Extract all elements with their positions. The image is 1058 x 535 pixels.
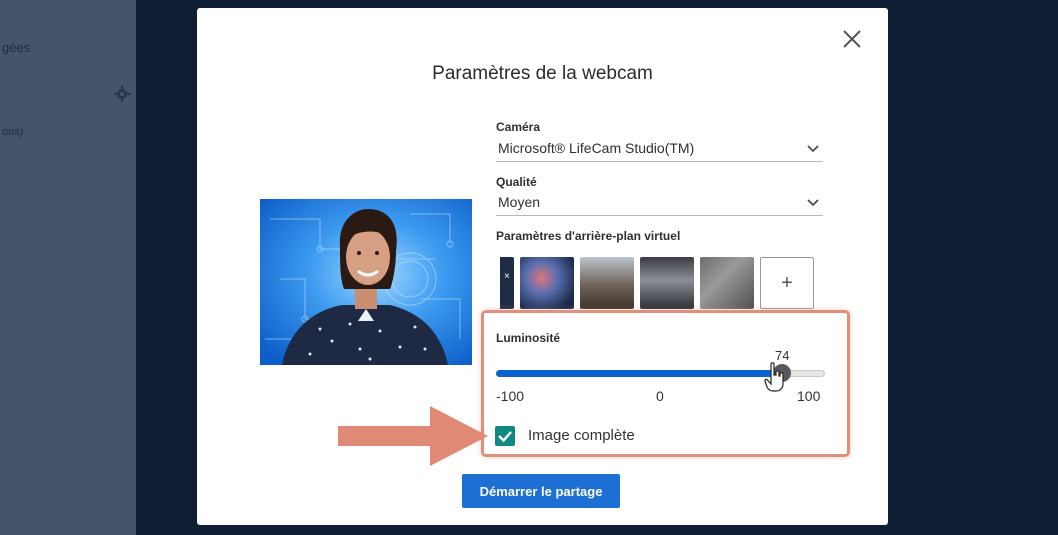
camera-select[interactable]: Microsoft® LifeCam Studio(TM) [496,138,823,162]
arrow-pointer-icon [338,406,488,466]
close-icon[interactable] [840,27,864,51]
background-sidebar: gées ous) [0,0,136,535]
background-thumbnail-office[interactable] [580,257,634,309]
camera-select-value: Microsoft® LifeCam Studio(TM) [498,140,695,156]
brightness-mid-label: 0 [656,388,664,404]
checkmark-icon [498,431,512,443]
background-thumbnail-none[interactable]: × [500,257,514,309]
background-thumbnail-meeting-room[interactable] [640,257,694,309]
camera-label: Caméra [496,120,541,134]
quality-select-value: Moyen [498,194,541,210]
start-sharing-button[interactable]: Démarrer le partage [462,474,620,508]
dialog-title: Paramètres de la webcam [432,63,653,84]
brightness-max-label: 100 [797,388,821,404]
brightness-slider-fill [496,370,783,377]
brightness-min-label: -100 [496,388,525,404]
add-background-button[interactable]: + [760,257,814,309]
webcam-settings-dialog: Paramètres de la webcam Caméra Microsoft… [197,8,888,525]
background-text: ous) [2,126,24,138]
virtual-background-label: Paramètres d'arrière-plan virtuel [496,229,681,243]
quality-select[interactable]: Moyen [496,192,823,216]
background-text: gées [2,40,31,55]
background-thumbnail-blurred-lights[interactable] [520,257,574,309]
brightness-label: Luminosité [496,331,561,345]
full-image-label: Image complète [528,427,635,444]
chevron-down-icon [807,145,819,153]
quality-label: Qualité [496,175,537,189]
brightness-value: 74 [774,348,790,363]
full-image-checkbox[interactable] [495,426,515,446]
gear-icon [114,86,130,102]
virtual-background-list: × + [500,257,820,315]
chevron-down-icon [807,199,819,207]
background-thumbnail-gray-texture[interactable] [700,257,754,309]
hand-cursor-icon [764,362,784,392]
plus-icon: + [781,272,793,294]
camera-preview [260,199,472,365]
